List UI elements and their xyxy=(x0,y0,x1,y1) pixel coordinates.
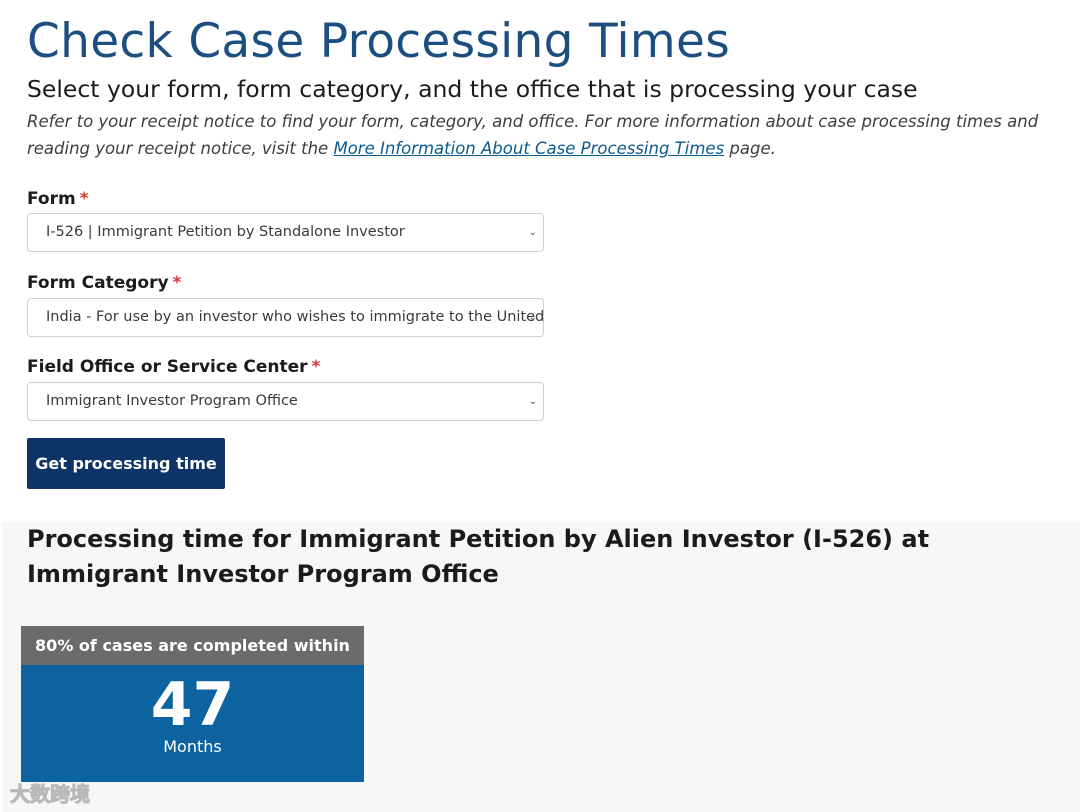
form-category-label-text: Form Category xyxy=(27,273,169,293)
required-mark: * xyxy=(172,273,182,293)
page-subtitle: Select your form, form category, and the… xyxy=(27,75,918,103)
page-title: Check Case Processing Times xyxy=(27,14,731,69)
required-mark: * xyxy=(311,357,321,377)
chevron-down-icon: ⌄ xyxy=(528,227,537,238)
required-mark: * xyxy=(79,189,89,209)
results-title: Processing time for Immigrant Petition b… xyxy=(27,525,930,588)
watermark: 大数跨境 xyxy=(10,782,91,807)
card-body: 47 Months xyxy=(21,665,364,782)
intro-text-end: page. xyxy=(724,139,776,158)
processing-time-card: 80% of cases are completed within 47 Mon… xyxy=(21,626,364,782)
form-category-select-value: India - For use by an investor who wishe… xyxy=(46,309,544,325)
form-label: Form * xyxy=(27,189,89,209)
office-label-text: Field Office or Service Center xyxy=(27,357,308,377)
card-header: 80% of cases are completed within xyxy=(21,626,364,665)
office-label: Field Office or Service Center * xyxy=(27,357,320,377)
chevron-down-icon: ⌄ xyxy=(528,312,537,323)
office-select-value: Immigrant Investor Program Office xyxy=(46,393,298,409)
form-category-select[interactable]: India - For use by an investor who wishe… xyxy=(27,298,544,337)
form-select[interactable]: I-526 | Immigrant Petition by Standalone… xyxy=(27,213,544,252)
form-label-text: Form xyxy=(27,189,76,209)
processing-time-value: 47 xyxy=(150,670,235,740)
get-processing-time-button[interactable]: Get processing time xyxy=(27,438,225,489)
chevron-down-icon: ⌄ xyxy=(528,396,537,407)
results-panel: Processing time for Immigrant Petition b… xyxy=(2,522,1080,812)
form-select-value: I-526 | Immigrant Petition by Standalone… xyxy=(46,224,405,240)
processing-times-info-link[interactable]: More Information About Case Processing T… xyxy=(333,139,724,158)
processing-time-unit: Months xyxy=(163,737,222,756)
intro-text: Refer to your receipt notice to find you… xyxy=(27,108,1072,162)
office-select[interactable]: Immigrant Investor Program Office ⌄ xyxy=(27,382,544,421)
form-category-label: Form Category * xyxy=(27,273,181,293)
